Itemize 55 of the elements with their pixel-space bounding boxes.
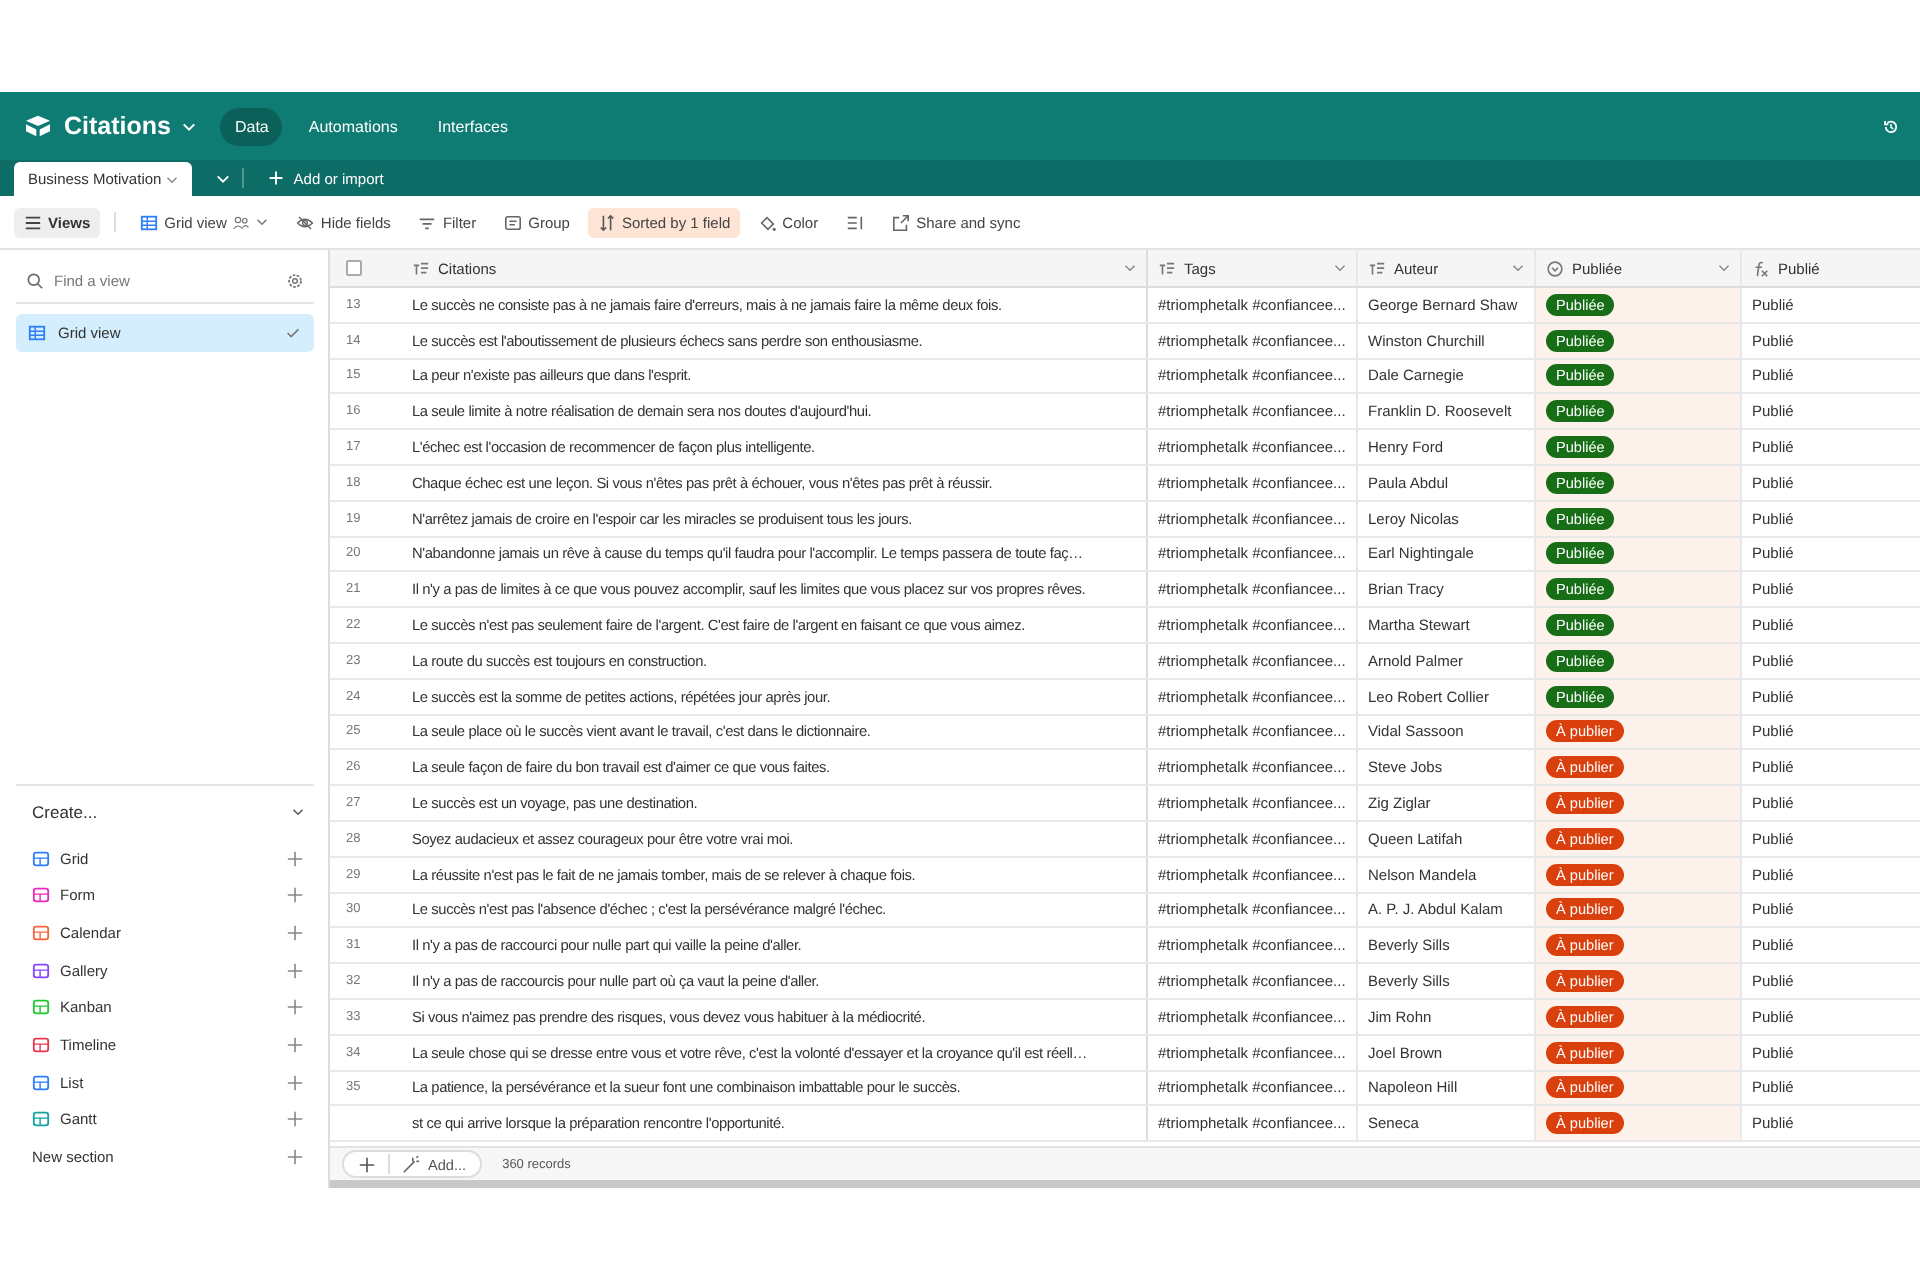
timeline-icon [32, 1036, 50, 1055]
list-icon [32, 1073, 50, 1092]
gantt-icon [32, 1110, 50, 1129]
calendar-icon [32, 924, 50, 943]
plus-icon[interactable] [286, 961, 304, 980]
select-field-icon [1546, 259, 1564, 277]
plus-icon[interactable] [358, 1155, 376, 1173]
text-field-icon [412, 259, 430, 277]
gallery-icon [32, 961, 50, 980]
nav-tab[interactable]: Interfaces [423, 107, 522, 145]
base-title[interactable]: Citations [64, 112, 171, 140]
plus-icon[interactable] [286, 1110, 304, 1129]
sort-icon [597, 213, 616, 231]
plus-icon[interactable] [286, 849, 304, 868]
formula-icon [1752, 259, 1770, 277]
select-all-checkbox[interactable] [346, 260, 362, 276]
horizontal-scrollbar[interactable] [330, 1180, 1920, 1188]
grid-icon [140, 213, 159, 231]
group-icon [504, 213, 523, 231]
nav-tab[interactable]: Data [220, 107, 283, 145]
kanban-icon [32, 998, 50, 1017]
logo-icon [24, 114, 52, 138]
share-icon [892, 213, 911, 231]
nav-tab[interactable]: Automations [294, 107, 412, 145]
caret-icon[interactable] [292, 807, 304, 816]
caret-icon [1334, 264, 1346, 272]
people-icon [232, 213, 251, 231]
form-icon [32, 886, 50, 905]
plus-icon [267, 170, 284, 186]
wand-icon [402, 1155, 420, 1173]
caret-icon [1124, 264, 1136, 272]
settings-icon[interactable] [286, 272, 304, 290]
plus-icon[interactable] [286, 1073, 304, 1092]
eye-icon [296, 213, 315, 231]
plus-icon[interactable] [286, 886, 304, 905]
paint-bucket-icon [758, 213, 777, 231]
plus-icon[interactable] [286, 924, 304, 943]
plus-icon[interactable] [286, 1036, 304, 1055]
plus-icon[interactable] [286, 998, 304, 1017]
text-field-icon [1368, 259, 1386, 277]
caret-icon[interactable] [165, 176, 178, 184]
history-icon[interactable] [1882, 117, 1900, 135]
menu-icon [24, 213, 42, 231]
search-icon [26, 272, 44, 290]
filter-icon [418, 213, 437, 231]
text-field-icon [1158, 259, 1176, 277]
grid-icon [28, 324, 46, 342]
caret-icon [256, 218, 269, 226]
caret-icon [1718, 264, 1730, 272]
grid-icon [32, 849, 50, 868]
plus-icon[interactable] [286, 1148, 304, 1167]
check-icon [284, 324, 302, 342]
row-height-icon [846, 213, 865, 231]
caret-icon [1512, 264, 1524, 272]
create-heading: Create... [32, 801, 98, 822]
